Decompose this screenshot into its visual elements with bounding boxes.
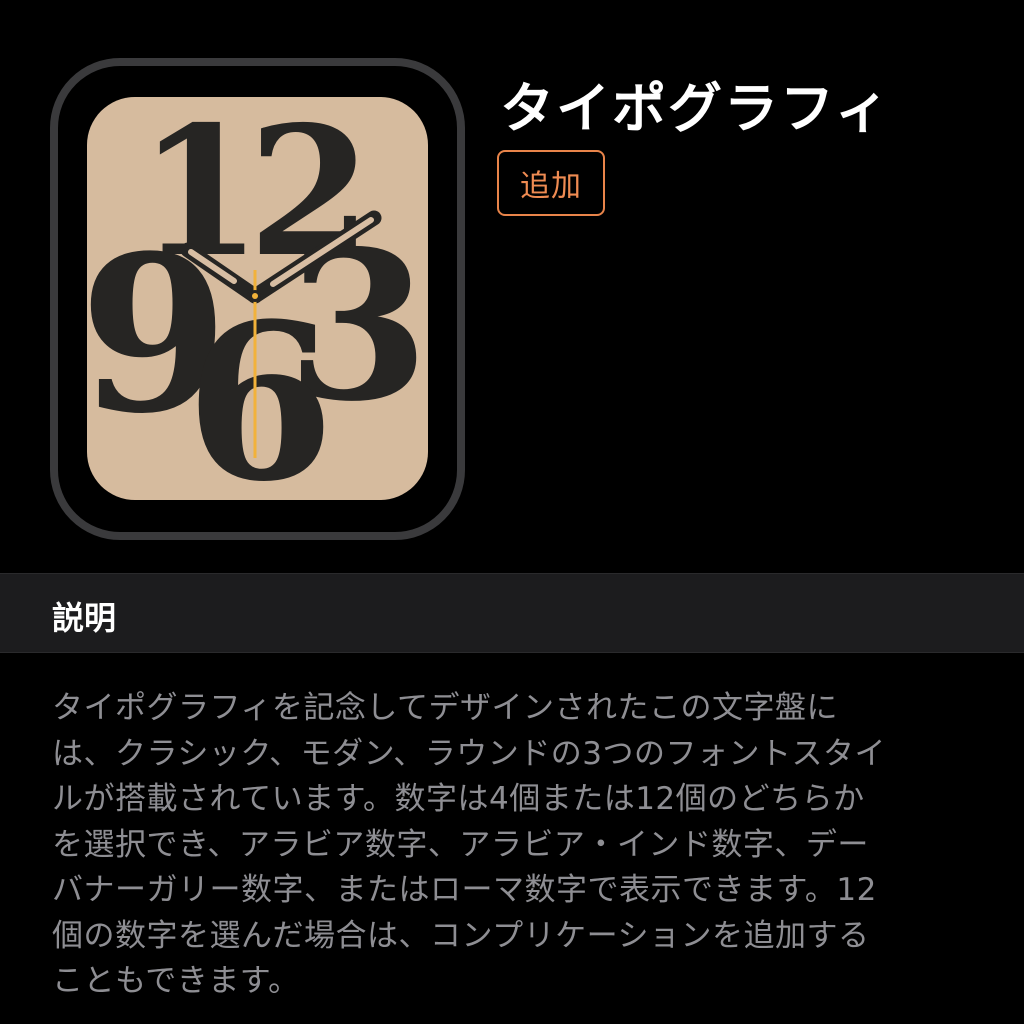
description-line: ルが搭載されています。数字は4個または12個のどちらか [52,781,865,817]
description-line: タイポグラフィを記念してデザインされたこの文字盤に [52,690,838,726]
watch-face-detail-page: 12 9 3 6 タイポグラフィ 追加 説明 タイポグラフィを記念してデザインさ… [0,0,1024,1024]
section-title: 説明 [52,599,117,637]
description-line: こともできます。 [52,963,300,999]
watch-face-preview: 12 9 3 6 [50,58,465,540]
add-button[interactable]: 追加 [497,150,605,216]
description-text: タイポグラフィを記念してデザインされたこの文字盤に は、クラシック、モダン、ラウ… [52,686,972,1005]
description-section-header: 説明 [0,573,1024,653]
watch-face-illustration: 12 9 3 6 [50,58,465,540]
description-line: バナーガリー数字、またはローマ数字で表示できます。12 [52,872,877,908]
description-line: は、クラシック、モダン、ラウンドの3つのフォントスタイ [52,735,886,772]
description-line: を選択でき、アラビア数字、アラビア・インド数字、デー [52,826,869,863]
description-line: 個の数字を選んだ場合は、コンプリケーションを追加する [52,917,870,954]
numeral-6: 6 [185,276,335,529]
page-title: タイポグラフィ [500,77,891,140]
